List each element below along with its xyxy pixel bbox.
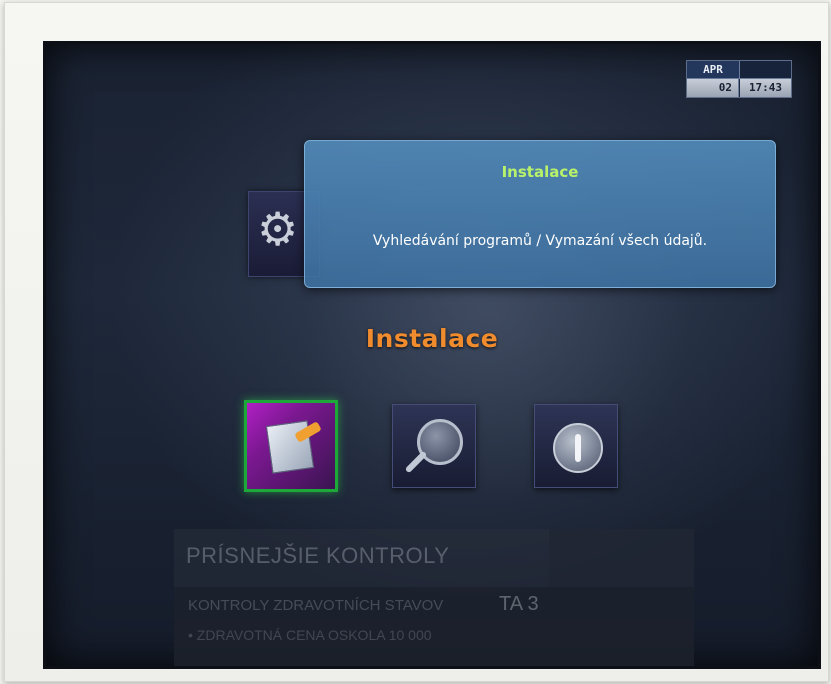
menu-item-installation-wizard[interactable] bbox=[244, 400, 338, 492]
date-header-blank bbox=[740, 61, 791, 79]
tv-screen: PRÍSNEJŠIE KONTROLY KONTROLY ZDRAVOTNÍCH… bbox=[43, 41, 821, 669]
month-label: APR bbox=[687, 61, 740, 79]
background-ticker-line-2: • ZDRAVOTNÁ CENA OSKOLA 10 000 bbox=[188, 627, 432, 643]
tv-frame: PRÍSNEJŠIE KONTROLY KONTROLY ZDRAVOTNÍCH… bbox=[4, 2, 829, 682]
menu-item-channel-search[interactable] bbox=[392, 404, 476, 488]
background-channel-tag: TA 3 bbox=[499, 593, 539, 615]
day-label: 02 bbox=[687, 79, 739, 97]
menu-item-information[interactable] bbox=[534, 404, 618, 488]
section-title: Instalace bbox=[365, 324, 499, 353]
tooltip-title: Instalace bbox=[501, 163, 579, 181]
gear-icon: ⚙ bbox=[257, 202, 299, 256]
background-news-overlay: PRÍSNEJŠIE KONTROLY KONTROLY ZDRAVOTNÍCH… bbox=[174, 529, 694, 666]
date-time-display: APR 02 17:43 bbox=[686, 60, 792, 98]
background-news-headline: PRÍSNEJŠIE KONTROLY bbox=[186, 543, 450, 568]
background-news-ticker: KONTROLY ZDRAVOTNÍCH STAVOV TA 3 • ZDRAV… bbox=[174, 587, 694, 666]
time-label: 17:43 bbox=[740, 79, 791, 97]
info-icon bbox=[553, 423, 603, 473]
background-ticker-line: KONTROLY ZDRAVOTNÍCH STAVOV bbox=[188, 597, 444, 614]
tooltip-description: Vyhledávání programů / Vymazání všech úd… bbox=[372, 233, 708, 249]
background-news-panel bbox=[549, 529, 694, 587]
info-tooltip: Instalace Vyhledávání programů / Vymazán… bbox=[304, 140, 776, 288]
